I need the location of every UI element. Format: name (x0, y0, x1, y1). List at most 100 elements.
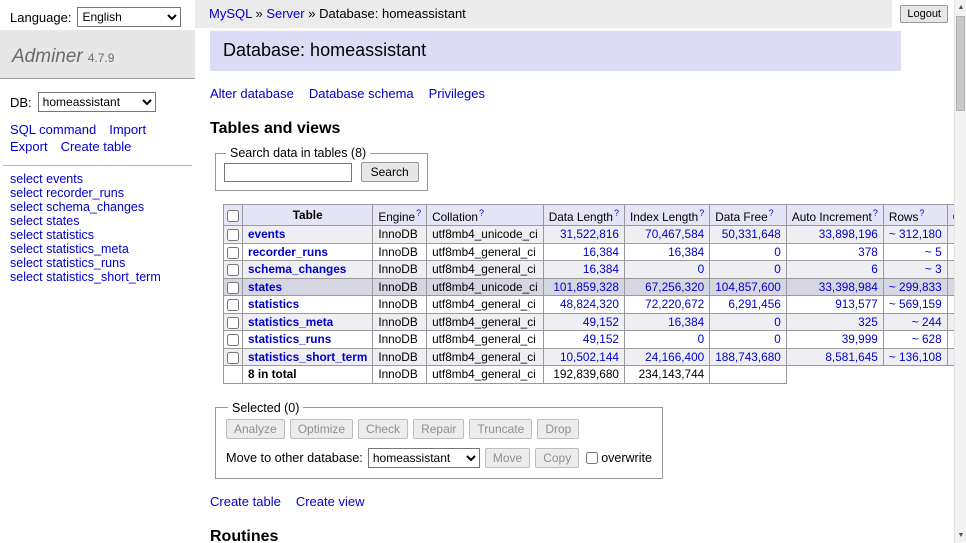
optimize-button[interactable]: Optimize (290, 419, 353, 439)
scroll-down-icon[interactable]: ▼ (955, 528, 966, 543)
help-icon[interactable]: ? (699, 208, 704, 218)
sidebar-select-events[interactable]: select events (10, 173, 185, 187)
language-select[interactable]: English (77, 7, 181, 27)
cell-data-length-link[interactable]: 48,824,320 (560, 297, 619, 311)
table-link-statistics-short-term[interactable]: statistics_short_term (248, 350, 367, 364)
adminer-logo[interactable]: Adminer (12, 46, 83, 67)
action-database-schema[interactable]: Database schema (309, 86, 414, 101)
truncate-button[interactable]: Truncate (469, 419, 532, 439)
overwrite-checkbox[interactable] (586, 452, 598, 464)
cell-rows-link[interactable]: ~ 136,108 (889, 350, 942, 364)
sidebar-select-statistics[interactable]: select statistics (10, 229, 185, 243)
breadcrumb-server[interactable]: Server (266, 6, 304, 21)
sidebar-link-import[interactable]: Import (109, 122, 146, 137)
sidebar-select-states[interactable]: select states (10, 215, 185, 229)
cell-auto-increment-link[interactable]: 8,581,645 (825, 350, 877, 364)
table-link-statistics-meta[interactable]: statistics_meta (248, 315, 333, 329)
sidebar-link-export[interactable]: Export (10, 139, 48, 154)
sidebar-select-recorder-runs[interactable]: select recorder_runs (10, 187, 185, 201)
row-checkbox-statistics-runs[interactable] (227, 334, 239, 346)
search-input[interactable] (224, 163, 352, 182)
help-icon[interactable]: ? (614, 208, 619, 218)
action-alter-database[interactable]: Alter database (210, 86, 294, 101)
cell-data-length-link[interactable]: 16,384 (583, 245, 619, 259)
cell-index-length-link[interactable]: 67,256,320 (645, 280, 704, 294)
move-db-select[interactable]: homeassistant (368, 448, 480, 468)
sidebar-select-schema-changes[interactable]: select schema_changes (10, 201, 185, 215)
table-link-recorder-runs[interactable]: recorder_runs (248, 245, 328, 259)
table-link-statistics-runs[interactable]: statistics_runs (248, 332, 331, 346)
cell-data-free-link[interactable]: 0 (774, 332, 781, 346)
cell-data-free-link[interactable]: 0 (774, 315, 781, 329)
cell-rows-link[interactable]: ~ 3 (925, 262, 942, 276)
row-checkbox-recorder-runs[interactable] (227, 247, 239, 259)
cell-auto-increment-link[interactable]: 33,898,196 (819, 227, 878, 241)
help-icon[interactable]: ? (919, 208, 924, 218)
sidebar-link-sql-command[interactable]: SQL command (10, 122, 96, 137)
cell-rows-link[interactable]: ~ 312,180 (889, 227, 942, 241)
drop-button[interactable]: Drop (537, 419, 579, 439)
move-button[interactable]: Move (485, 448, 530, 468)
row-checkbox-statistics-meta[interactable] (227, 317, 239, 329)
cell-auto-increment-link[interactable]: 325 (858, 315, 878, 329)
cell-index-length-link[interactable]: 72,220,672 (645, 297, 704, 311)
cell-index-length-link[interactable]: 0 (698, 262, 705, 276)
cell-data-free-link[interactable]: 50,331,648 (722, 227, 781, 241)
sidebar-link-create-table[interactable]: Create table (61, 139, 132, 154)
cell-data-free-link[interactable]: 0 (774, 245, 781, 259)
row-checkbox-statistics-short-term[interactable] (227, 352, 239, 364)
table-link-schema-changes[interactable]: schema_changes (248, 262, 346, 276)
cell-data-length-link[interactable]: 49,152 (583, 332, 619, 346)
cell-auto-increment-link[interactable]: 378 (858, 245, 878, 259)
breadcrumb-mysql[interactable]: MySQL (209, 6, 252, 21)
db-select[interactable]: homeassistant (38, 92, 156, 112)
row-checkbox-events[interactable] (227, 229, 239, 241)
copy-button[interactable]: Copy (535, 448, 579, 468)
row-checkbox-states[interactable] (227, 282, 239, 294)
cell-data-length-link[interactable]: 101,859,328 (553, 280, 619, 294)
sidebar-select-statistics-runs[interactable]: select statistics_runs (10, 257, 185, 271)
help-icon[interactable]: ? (479, 208, 484, 218)
cell-data-length-link[interactable]: 10,502,144 (560, 350, 619, 364)
cell-rows-link[interactable]: ~ 244 (912, 315, 942, 329)
cell-data-length-link[interactable]: 31,522,816 (560, 227, 619, 241)
cell-data-free-link[interactable]: 6,291,456 (728, 297, 780, 311)
cell-rows-link[interactable]: ~ 628 (912, 332, 942, 346)
create-view-link[interactable]: Create view (296, 494, 365, 509)
analyze-button[interactable]: Analyze (226, 419, 285, 439)
help-icon[interactable]: ? (769, 208, 774, 218)
scrollbar[interactable]: ▲ ▼ (954, 0, 966, 543)
sidebar-select-statistics-meta[interactable]: select statistics_meta (10, 243, 185, 257)
scrollbar-thumb[interactable] (956, 16, 965, 111)
sidebar-select-statistics-short-term[interactable]: select statistics_short_term (10, 271, 185, 285)
cell-index-length-link[interactable]: 16,384 (668, 315, 704, 329)
scroll-up-icon[interactable]: ▲ (955, 0, 966, 15)
cell-rows-link[interactable]: ~ 5 (925, 245, 942, 259)
cell-auto-increment-link[interactable]: 6 (871, 262, 878, 276)
cell-data-free-link[interactable]: 188,743,680 (715, 350, 781, 364)
search-button[interactable]: Search (361, 162, 419, 182)
select-all-checkbox[interactable] (227, 210, 239, 222)
cell-index-length-link[interactable]: 0 (698, 332, 705, 346)
cell-data-free-link[interactable]: 0 (774, 262, 781, 276)
cell-auto-increment-link[interactable]: 39,999 (842, 332, 878, 346)
help-icon[interactable]: ? (873, 208, 878, 218)
table-link-states[interactable]: states (248, 280, 282, 294)
cell-index-length-link[interactable]: 24,166,400 (645, 350, 704, 364)
cell-rows-link[interactable]: ~ 569,159 (889, 297, 942, 311)
cell-auto-increment-link[interactable]: 913,577 (835, 297, 878, 311)
cell-data-free-link[interactable]: 104,857,600 (715, 280, 781, 294)
cell-auto-increment-link[interactable]: 33,398,984 (819, 280, 878, 294)
cell-rows-link[interactable]: ~ 299,833 (889, 280, 942, 294)
cell-data-length-link[interactable]: 16,384 (583, 262, 619, 276)
create-table-link[interactable]: Create table (210, 494, 281, 509)
table-link-events[interactable]: events (248, 227, 285, 241)
cell-index-length-link[interactable]: 70,467,584 (645, 227, 704, 241)
row-checkbox-statistics[interactable] (227, 299, 239, 311)
cell-index-length-link[interactable]: 16,384 (668, 245, 704, 259)
action-privileges[interactable]: Privileges (429, 86, 485, 101)
check-button[interactable]: Check (358, 419, 408, 439)
help-icon[interactable]: ? (416, 208, 421, 218)
repair-button[interactable]: Repair (413, 419, 464, 439)
cell-data-length-link[interactable]: 49,152 (583, 315, 619, 329)
